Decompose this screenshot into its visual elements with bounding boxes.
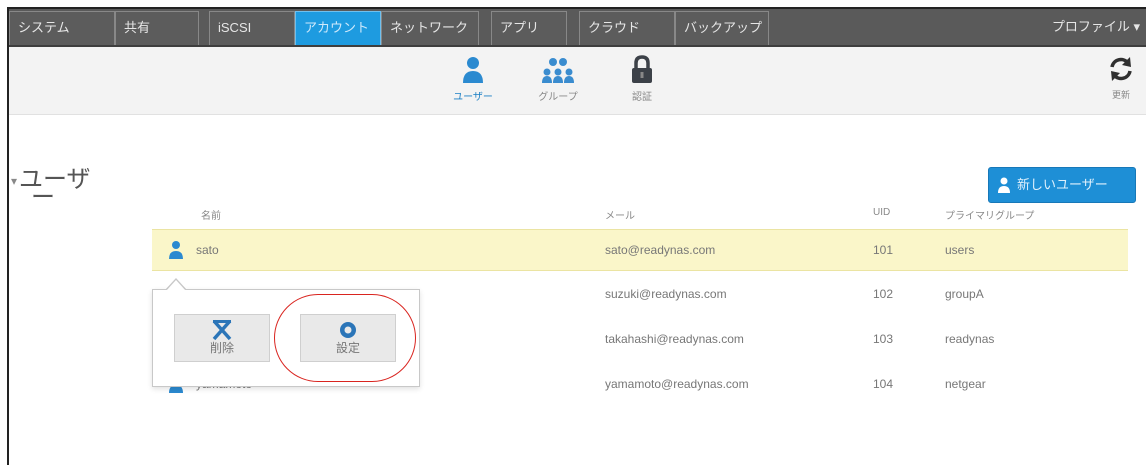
header-group: プライマリグループ [945,211,1035,222]
row-email: suzuki@readynas.com [605,287,727,301]
row-group: netgear [945,377,986,391]
user-icon [169,241,183,259]
popup-arrow-fill [166,280,186,291]
tab-iscsi[interactable]: iSCSI [209,11,295,45]
header-uid: UID [873,207,891,218]
refresh-icon [1110,57,1132,81]
new-user-button[interactable]: 新しいユーザー [988,167,1136,203]
toolbar: ユーザー グループ 認証 更新 [9,47,1146,115]
refresh-label: 更新 [1111,90,1130,100]
row-email: takahashi@readynas.com [605,332,744,346]
row-email: yamamoto@readynas.com [605,377,749,391]
tab-apps[interactable]: アプリ [491,11,567,45]
new-user-label: 新しいユーザー [1017,177,1108,192]
row-name: sato [196,243,219,257]
table-header: 名前 メール UID プライマリグループ [9,201,1146,227]
delete-label: 削除 [209,341,234,355]
tab-backup[interactable]: バックアップ [675,11,769,45]
tab-cloud[interactable]: クラウド [579,11,675,45]
header-name: 名前 [201,211,221,222]
toolbar-auth-label: 認証 [632,92,652,103]
row-uid: 102 [873,287,894,301]
tab-network[interactable]: ネットワーク [381,11,479,45]
tab-system[interactable]: システム [9,11,115,45]
row-uid: 103 [873,332,894,346]
settings-highlight-circle [274,294,416,382]
toolbar-groups-label: グループ [538,92,578,103]
row-uid: 101 [873,243,894,257]
toolbar-users-label: ユーザー [453,92,493,103]
lock-icon [632,55,652,83]
user-icon [998,177,1010,193]
top-nav: システム 共有 iSCSI アカウント ネットワーク アプリ クラウド バックア… [9,9,1146,47]
row-group: users [945,243,975,257]
toolbar-groups[interactable]: グループ [528,55,588,103]
row-group: readynas [945,332,995,346]
collapse-caret-icon[interactable]: ▾ [11,174,17,188]
tab-shares[interactable]: 共有 [115,11,199,45]
toolbar-auth[interactable]: 認証 [612,55,672,103]
toolbar-users[interactable]: ユーザー [443,55,503,103]
row-uid: 104 [873,377,894,391]
row-email: sato@readynas.com [605,243,716,257]
delete-icon [212,319,232,341]
row-group: groupA [945,287,984,301]
refresh-button[interactable]: 更新 [1106,55,1136,101]
profile-menu[interactable]: プロファイル ▾ [1052,9,1140,45]
user-icon [463,57,483,83]
tab-accounts[interactable]: アカウント [295,11,381,45]
header-email: メール [605,211,635,222]
group-icon [542,58,574,83]
app-frame: システム 共有 iSCSI アカウント ネットワーク アプリ クラウド バックア… [7,7,1146,465]
table-row[interactable]: sato sato@readynas.com 101 users [152,229,1128,271]
delete-button[interactable]: 削除 [174,314,270,362]
